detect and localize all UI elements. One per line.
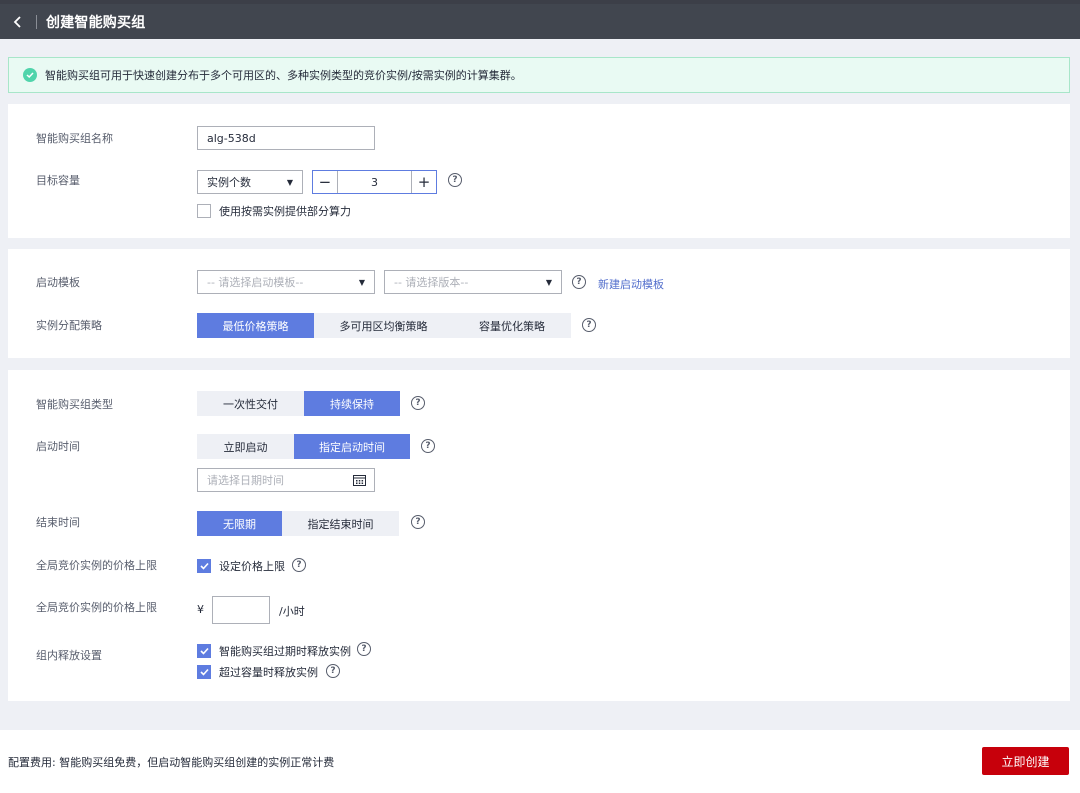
capacity-type-select[interactable]: 实例个数 ▼ [197,170,303,194]
caret-down-icon: ▼ [545,277,552,287]
datetime-placeholder: 请选择日期时间 [207,474,284,487]
checkbox-checked-icon[interactable] [197,644,211,658]
start-segmented: 立即启动 指定启动时间 [197,434,410,459]
price-limit-checkbox[interactable]: 设定价格上限 [197,558,285,574]
end-segmented: 无限期 指定结束时间 [197,511,399,536]
header-divider [36,14,37,29]
help-icon[interactable]: ? [411,515,425,529]
strategy-segmented: 最低价格策略 多可用区均衡策略 容量优化策略 [197,313,571,338]
currency-symbol: ¥ [197,603,204,616]
price-label: 全局竞价实例的价格上限 [36,601,157,614]
strategy-multi-az[interactable]: 多可用区均衡策略 [314,313,453,338]
group-name-input[interactable]: alg-538d [197,126,375,150]
chevron-left-icon [13,15,21,28]
capacity-value[interactable]: 3 [336,171,413,193]
type-segmented: 一次性交付 持续保持 [197,391,400,416]
template-card: 启动模板 -- 请选择启动模板-- ▼ -- 请选择版本-- ▼ ? 新建启动模… [8,249,1070,358]
release-expire-label: 智能购买组过期时释放实例 [219,645,351,658]
end-label: 结束时间 [36,516,80,529]
checkbox-box[interactable] [197,204,211,218]
check-circle-icon [23,68,37,82]
fee-text: 配置费用: 智能购买组免费，但启动智能购买组创建的实例正常计费 [8,756,335,769]
info-notice: 智能购买组可用于快速创建分布于多个可用区的、多种实例类型的竞价实例/按需实例的计… [8,57,1070,93]
back-button[interactable] [0,4,36,39]
release-label: 组内释放设置 [36,649,102,662]
release-expire-checkbox[interactable]: 智能购买组过期时释放实例 [197,643,351,659]
caret-down-icon: ▼ [286,177,293,187]
help-icon[interactable]: ? [326,664,340,678]
version-select[interactable]: -- 请选择版本-- ▼ [384,270,562,294]
start-now[interactable]: 立即启动 [197,434,294,459]
release-over-label: 超过容量时释放实例 [219,666,318,679]
help-icon[interactable]: ? [582,318,596,332]
calendar-icon [353,475,366,486]
create-now-button[interactable]: 立即创建 [982,747,1069,775]
basic-settings-card: 智能购买组名称 alg-538d 目标容量 实例个数 ▼ − 3 + ? 使用按… [8,104,1070,238]
checkbox-checked-icon[interactable] [197,559,211,573]
name-label: 智能购买组名称 [36,132,113,145]
end-unlimited[interactable]: 无限期 [197,511,282,536]
start-scheduled[interactable]: 指定启动时间 [294,434,410,459]
type-label: 智能购买组类型 [36,398,113,411]
type-maintain[interactable]: 持续保持 [304,391,400,416]
price-limit-label: 全局竞价实例的价格上限 [36,559,157,572]
start-label: 启动时间 [36,440,80,453]
end-scheduled[interactable]: 指定结束时间 [282,511,399,536]
ondemand-checkbox[interactable]: 使用按需实例提供部分算力 [197,203,351,219]
checkbox-checked-icon[interactable] [197,665,211,679]
help-icon[interactable]: ? [448,173,462,187]
start-datetime-input[interactable]: 请选择日期时间 [197,468,375,492]
strategy-lowest-price[interactable]: 最低价格策略 [197,313,314,338]
template-select[interactable]: -- 请选择启动模板-- ▼ [197,270,375,294]
page-title: 创建智能购买组 [46,14,146,31]
price-input[interactable] [212,596,270,624]
capacity-type-value: 实例个数 [207,176,251,189]
ondemand-label: 使用按需实例提供部分算力 [219,205,351,218]
schedule-card: 智能购买组类型 一次性交付 持续保持 ? 启动时间 立即启动 指定启动时间 ? … [8,370,1070,701]
decrement-button[interactable]: − [313,171,337,193]
price-limit-check-label: 设定价格上限 [219,560,285,573]
new-template-link[interactable]: 新建启动模板 [598,276,664,292]
version-placeholder: -- 请选择版本-- [394,276,469,289]
help-icon[interactable]: ? [572,275,586,289]
help-icon[interactable]: ? [411,396,425,410]
capacity-label: 目标容量 [36,174,80,187]
caret-down-icon: ▼ [358,277,365,287]
group-name-value: alg-538d [207,131,256,145]
notice-text: 智能购买组可用于快速创建分布于多个可用区的、多种实例类型的竞价实例/按需实例的计… [45,69,522,82]
page-header: 创建智能购买组 [0,4,1080,39]
template-placeholder: -- 请选择启动模板-- [207,276,304,289]
increment-button[interactable]: + [412,171,436,193]
help-icon[interactable]: ? [421,439,435,453]
strategy-capacity[interactable]: 容量优化策略 [453,313,571,338]
type-one-time[interactable]: 一次性交付 [197,391,304,416]
price-unit: /小时 [279,605,305,618]
help-icon[interactable]: ? [357,642,371,656]
template-label: 启动模板 [36,276,80,289]
help-icon[interactable]: ? [292,558,306,572]
capacity-stepper[interactable]: − 3 + [312,170,437,194]
strategy-label: 实例分配策略 [36,319,102,332]
release-over-checkbox[interactable]: 超过容量时释放实例 [197,664,318,680]
footer-bar: 配置费用: 智能购买组免费，但启动智能购买组创建的实例正常计费 立即创建 [0,730,1080,793]
